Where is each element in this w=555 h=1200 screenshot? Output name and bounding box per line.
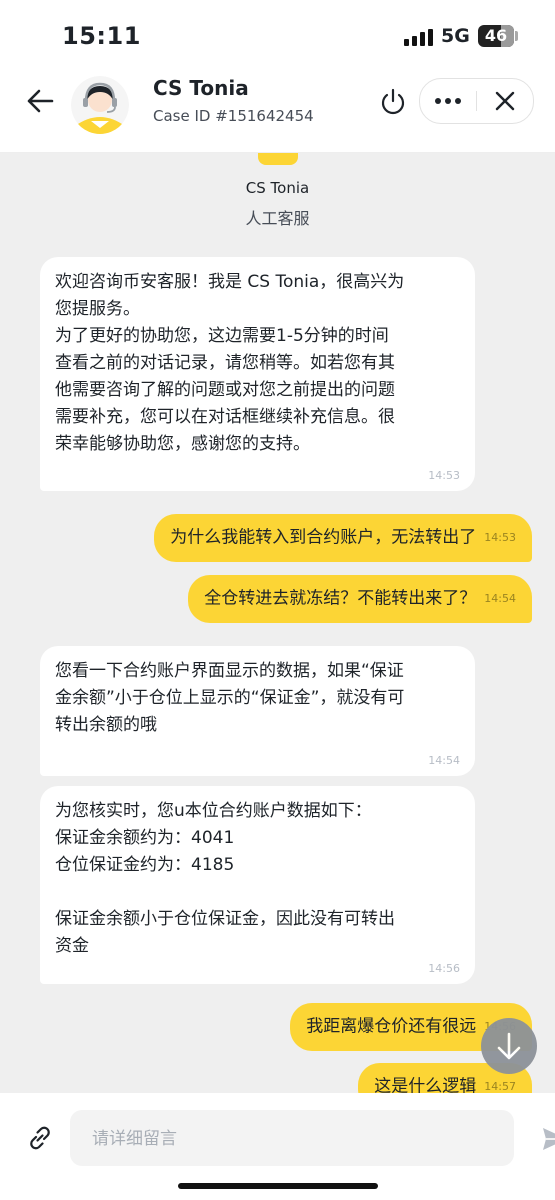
message-time: 14:54 (428, 754, 460, 767)
battery-cap (515, 31, 518, 41)
send-icon (543, 1128, 555, 1150)
message-input[interactable] (90, 1110, 464, 1168)
back-button[interactable] (24, 84, 58, 118)
end-chat-button[interactable] (377, 86, 409, 118)
signal-icon (404, 29, 436, 46)
case-id: Case ID #151642454 (153, 107, 314, 125)
power-icon (381, 88, 405, 115)
battery-icon: 46 (478, 25, 514, 47)
message-time: 14:54 (484, 592, 516, 605)
status-time: 15:11 (62, 22, 141, 50)
home-indicator (178, 1183, 378, 1189)
network-type: 5G (441, 25, 470, 47)
message-text: 欢迎咨询币安客服！我是 CS Tonia，很高兴为 您提服务。 为了更好的协助您… (55, 272, 405, 454)
message-text: 我距离爆仓价还有很远 (306, 1016, 477, 1037)
more-icon (435, 98, 461, 104)
mini-program-capsule (419, 78, 534, 124)
agent-avatar (71, 76, 129, 134)
arrow-down-icon (497, 1032, 521, 1060)
message-text: 您看一下合约账户界面显示的数据，如果“保证 金余额”小于仓位上显示的“保证金”，… (55, 661, 405, 735)
system-agent-name: CS Tonia (245, 179, 310, 197)
message-bubble: 全仓转进去就冻结？不能转出来了？ 14:54 (188, 575, 532, 623)
agent-name: CS Tonia (153, 76, 249, 100)
system-agent-role: 人工客服 (245, 209, 310, 228)
agent-badge (258, 153, 298, 165)
attach-button[interactable] (24, 1122, 56, 1154)
message-bubble: 欢迎咨询币安客服！我是 CS Tonia，很高兴为 您提服务。 为了更好的协助您… (40, 257, 475, 491)
back-arrow-icon (27, 89, 54, 113)
agent-avatar-icon (71, 76, 129, 134)
scroll-to-bottom-button[interactable] (481, 1018, 537, 1074)
status-bar: 15:11 5G 46 (0, 0, 555, 72)
chat-area[interactable]: CS Tonia 人工客服 欢迎咨询币安客服！我是 CS Tonia，很高兴为 … (0, 153, 555, 1093)
message-time: 14:57 (484, 1080, 516, 1093)
message-time: 14:53 (428, 469, 460, 482)
message-time: 14:56 (428, 962, 460, 975)
more-button[interactable] (420, 79, 476, 123)
message-time: 14:53 (484, 531, 516, 544)
message-input-box (70, 1110, 555, 1168)
message-text: 为您核实时，您u本位合约账户数据如下： 保证金余额约为：4041 仓位保证金约为… (55, 801, 395, 956)
link-icon (30, 1126, 50, 1150)
close-button[interactable] (477, 79, 533, 123)
send-button[interactable] (540, 1124, 555, 1154)
close-icon (495, 91, 515, 111)
message-text: 这是什么逻辑 (374, 1076, 477, 1094)
message-bubble: 为您核实时，您u本位合约账户数据如下： 保证金余额约为：4041 仓位保证金约为… (40, 786, 475, 984)
chat-header: CS Tonia Case ID #151642454 (0, 72, 555, 153)
message-text: 为什么我能转入到合约账户，无法转出了 (170, 527, 477, 548)
battery-level: 46 (484, 26, 508, 45)
message-composer (0, 1093, 555, 1200)
message-bubble: 为什么我能转入到合约账户，无法转出了 14:53 (154, 514, 532, 562)
message-bubble: 您看一下合约账户界面显示的数据，如果“保证 金余额”小于仓位上显示的“保证金”，… (40, 646, 475, 776)
message-text: 全仓转进去就冻结？不能转出来了？ (204, 588, 477, 609)
